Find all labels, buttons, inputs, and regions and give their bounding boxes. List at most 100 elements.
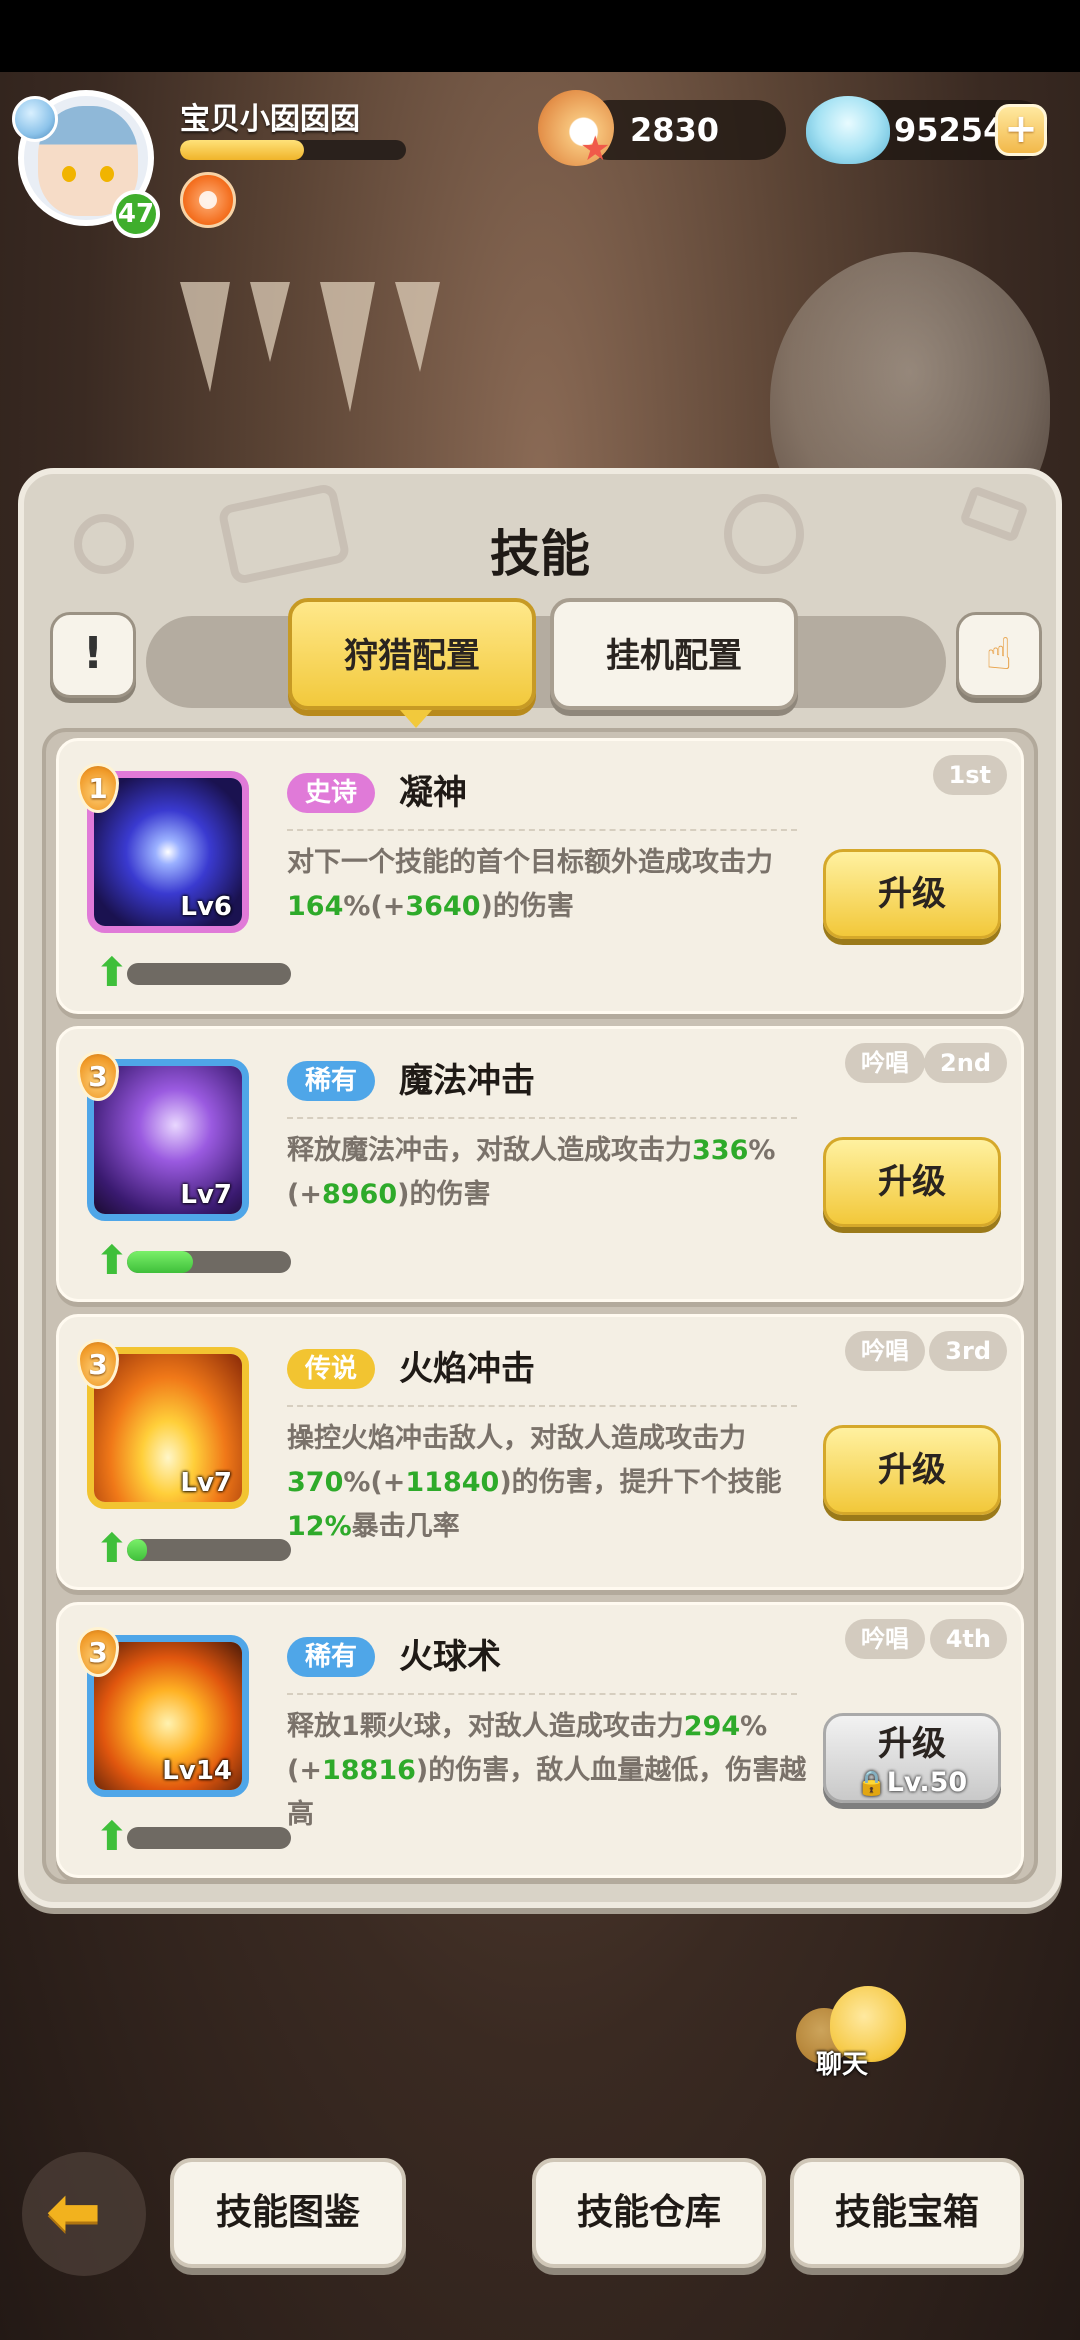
skill-name: 火球术 [399,1637,501,1677]
description-segment: 11840 [405,1467,500,1498]
description-segment: 370 [287,1467,344,1498]
skill-tag: 1st [932,755,1007,795]
panel-title: 技能 [490,525,590,583]
skill-level: Lv14 [162,1756,232,1786]
chat-label: 聊天 [816,2050,869,2080]
starfish-icon: ★ [580,129,611,169]
tab-track [146,616,946,708]
skill-panel: 技能 ! 狩猎配置 挂机配置 ☝ Lv6 1 ⬆ 史诗 凝神 对下一个技能的首个目标额外造… [18,468,1062,1908]
upgrade-button[interactable]: 升级 [823,1425,1001,1515]
skill-tag: 吟唱 [845,1043,925,1083]
description-segment: 暴击几率 [351,1511,460,1542]
tab-hunting-config[interactable]: 狩猎配置 [288,598,536,728]
upgrade-button[interactable]: 升级 🔒Lv.50 [823,1713,1001,1803]
skill-chest-button[interactable]: 技能宝箱 [790,2158,1024,2268]
back-arrow-icon: ⬅ [46,2173,102,2250]
skill-tag: 2nd [924,1043,1007,1083]
description-segment: 3640 [405,891,481,922]
rarity-badge: 稀有 [287,1061,376,1101]
skill-card[interactable]: Lv7 3 ⬆ 稀有 魔法冲击 释放魔法冲击，对敌人造成攻击力336%(+8960)的伤害… [56,1026,1024,1302]
description-segment: 操控火焰冲击敌人，对敌人造成攻击力 [287,1423,746,1454]
divider [287,829,797,831]
skill-tag: 吟唱 [845,1619,925,1659]
description-segment: 164 [287,891,344,922]
description-segment: 8960 [321,1179,398,1210]
tutorial-hand-button[interactable]: ☝ [956,612,1042,698]
divider [287,1693,797,1695]
skill-description: 释放1颗火球，对敌人造成攻击力294%(+18816)的伤害，敌人血量越低，伤害… [287,1705,807,1837]
divider [287,1117,797,1119]
skill-tag: 3rd [929,1331,1007,1371]
description-segment: 12% [287,1511,352,1542]
chat-button[interactable]: 聊天 [796,1986,916,2096]
upgrade-button-label: 升级 [878,1724,946,1764]
upgrade-button[interactable]: 升级 [823,849,1001,939]
avatar-eye [100,166,114,182]
upgrade-progress-fill [127,1539,147,1561]
player-level-badge: 47 [112,190,160,238]
description-segment: )的伤害 [397,1179,491,1210]
rarity-badge: 稀有 [287,1637,376,1677]
skill-warehouse-button[interactable]: 技能仓库 [532,2158,766,2268]
skill-tag: 吟唱 [845,1331,925,1371]
upgrade-progress-fill [127,1251,193,1273]
skill-name: 火焰冲击 [399,1349,535,1389]
fang-decoration-icon [180,282,440,412]
avatar-eye [62,166,76,182]
plus-icon: + [1004,106,1038,152]
skill-card[interactable]: Lv14 3 ⬆ 稀有 火球术 释放1颗火球，对敌人造成攻击力294%(+18816)的伤… [56,1602,1024,1878]
unlock-level: Lv.50 [886,1767,968,1798]
guild-emblem-icon[interactable] [180,172,236,228]
pearl-amount: 2830 [630,111,720,149]
player-name: 宝贝小囡囡囡 [180,102,360,137]
skill-card[interactable]: Lv7 3 ⬆ 传说 火焰冲击 操控火焰冲击敌人，对敌人造成攻击力370%(+11840)… [56,1314,1024,1590]
exp-bar [180,140,406,160]
divider [287,1405,797,1407]
upgrade-button[interactable]: 升级 [823,1137,1001,1227]
add-currency-button[interactable]: + [995,104,1047,156]
skill-description: 操控火焰冲击敌人，对敌人造成攻击力 370%(+11840)的伤害，提升下个技能 1… [287,1417,807,1549]
skill-codex-button[interactable]: 技能图鉴 [170,2158,406,2268]
skill-level: Lv7 [180,1180,232,1210]
skill-list[interactable]: Lv6 1 ⬆ 史诗 凝神 对下一个技能的首个目标额外造成攻击力164%(+3640)的伤… [42,728,1038,1884]
upgrade-button-label: 升级 [878,874,946,914]
description-segment: 释放魔法冲击，对敌人造成攻击力 [287,1135,692,1166]
description-segment: 18816 [321,1755,416,1786]
skill-description: 释放魔法冲击，对敌人造成攻击力336%(+8960)的伤害 [287,1129,807,1217]
upgrade-progress-bar [127,1827,291,1849]
description-segment: %(+ [343,891,406,922]
back-button[interactable]: ⬅ [22,2152,146,2276]
description-segment: 336 [692,1135,749,1166]
skill-level: Lv7 [180,1468,232,1498]
hand-pointer-icon: ☝ [985,629,1013,680]
description-segment: 对下一个技能的首个目标额外造成攻击力 [287,847,773,878]
status-bar [0,0,1080,72]
diamond-gem-icon [806,96,890,164]
description-segment: %(+ [343,1467,406,1498]
info-button[interactable]: ! [50,612,136,698]
lock-icon: 🔒 [856,1769,887,1797]
description-segment: 294 [683,1711,741,1742]
upgrade-button-label: 升级 [878,1450,946,1490]
exclamation-icon: ! [82,628,104,679]
skill-name: 凝神 [399,773,467,813]
description-segment: 释放1颗火球，对敌人造成攻击力 [287,1711,684,1742]
skill-tag: 4th [929,1619,1007,1659]
upgrade-button-label: 升级 [878,1162,946,1202]
description-segment: )的伤害 [480,891,574,922]
upgrade-progress-bar [127,963,291,985]
avatar-gem-icon [12,96,58,142]
rarity-badge: 史诗 [287,773,376,813]
skill-description: 对下一个技能的首个目标额外造成攻击力 164%(+3640)的伤害 [287,841,807,929]
upgrade-progress-bar [127,1539,291,1561]
upgrade-progress-bar [127,1251,291,1273]
skill-name: 魔法冲击 [399,1061,535,1101]
skill-card[interactable]: Lv6 1 ⬆ 史诗 凝神 对下一个技能的首个目标额外造成攻击力164%(+3640)的伤… [56,738,1024,1014]
unlock-requirement: 🔒Lv.50 [826,1766,998,1800]
description-segment: )的伤害，提升下个技能 [499,1467,782,1498]
exp-bar-fill [180,140,305,160]
skill-level: Lv6 [180,892,232,922]
tab-idle-config[interactable]: 挂机配置 [550,598,798,710]
gem-amount: 95254 [894,111,1006,149]
rarity-badge: 传说 [287,1349,376,1389]
